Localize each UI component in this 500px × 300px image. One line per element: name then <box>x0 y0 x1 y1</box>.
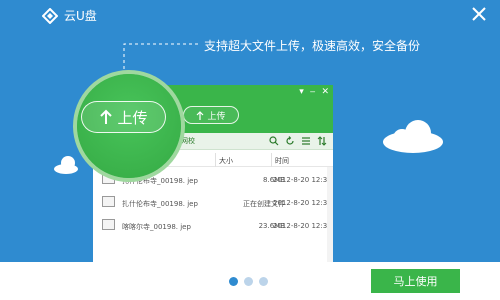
dropdown-icon: ▾ <box>299 87 304 97</box>
window-controls: ▾ ‒ ✕ <box>299 87 329 97</box>
toolbar-icons <box>269 136 327 146</box>
list-view-icon <box>302 137 310 145</box>
column-divider <box>215 153 216 167</box>
upload-label-large: 上传 <box>117 108 148 127</box>
page-dot-2[interactable] <box>244 277 253 286</box>
close-icon[interactable] <box>470 5 488 23</box>
app-logo-icon <box>42 7 58 24</box>
page-dot-1[interactable] <box>229 277 238 286</box>
scrollbar <box>327 167 333 262</box>
upload-label-small: 上传 <box>207 111 226 122</box>
cloud-decoration-right <box>383 120 443 153</box>
image-file-icon <box>102 196 115 207</box>
image-file-icon <box>102 219 115 230</box>
refresh-icon <box>286 136 294 145</box>
file-row: 扎什伦布寺_00198. jep 正在创建文件 2012-8-20 12:31 <box>93 192 333 216</box>
arrow-up-icon <box>197 110 204 120</box>
upload-button-large: 上传 <box>81 101 166 133</box>
arrow-up-icon <box>100 109 113 124</box>
file-name: 喀喀尔寺_00198. jep <box>122 223 191 231</box>
search-icon <box>269 136 279 146</box>
column-divider <box>271 153 272 167</box>
minimize-icon: ‒ <box>309 87 316 97</box>
app-brand: 云U盘 <box>42 7 97 24</box>
column-time: 时间 <box>275 157 289 165</box>
file-time: 2012-8-20 12:31 <box>273 176 332 184</box>
app-title: 云U盘 <box>64 9 97 23</box>
file-row: 喀喀尔寺_00198. jep 23.6MB 2012-8-20 12:31 <box>93 215 333 239</box>
hero-banner: 云U盘 支持超大文件上传，极速高效，安全备份 ▾ ‒ ✕ 上传 大小 时间 扎什… <box>0 0 500 262</box>
magnifier-lens: 上传 <box>73 70 185 182</box>
column-size: 大小 <box>219 157 233 165</box>
upload-button-small: 上传 <box>183 106 239 124</box>
cloud-decoration-left <box>54 156 78 174</box>
feature-tagline: 支持超大文件上传，极速高效，安全备份 <box>204 39 421 53</box>
window-close-icon: ✕ <box>321 87 329 97</box>
sort-icon <box>317 136 327 146</box>
file-time: 2012-8-20 12:31 <box>273 199 332 207</box>
page-dot-3[interactable] <box>259 277 268 286</box>
file-time: 2012-8-20 12:31 <box>273 222 332 230</box>
file-name: 扎什伦布寺_00198. jep <box>122 200 198 208</box>
page-indicator <box>229 277 268 286</box>
start-using-button[interactable]: 马上使用 <box>371 269 460 293</box>
